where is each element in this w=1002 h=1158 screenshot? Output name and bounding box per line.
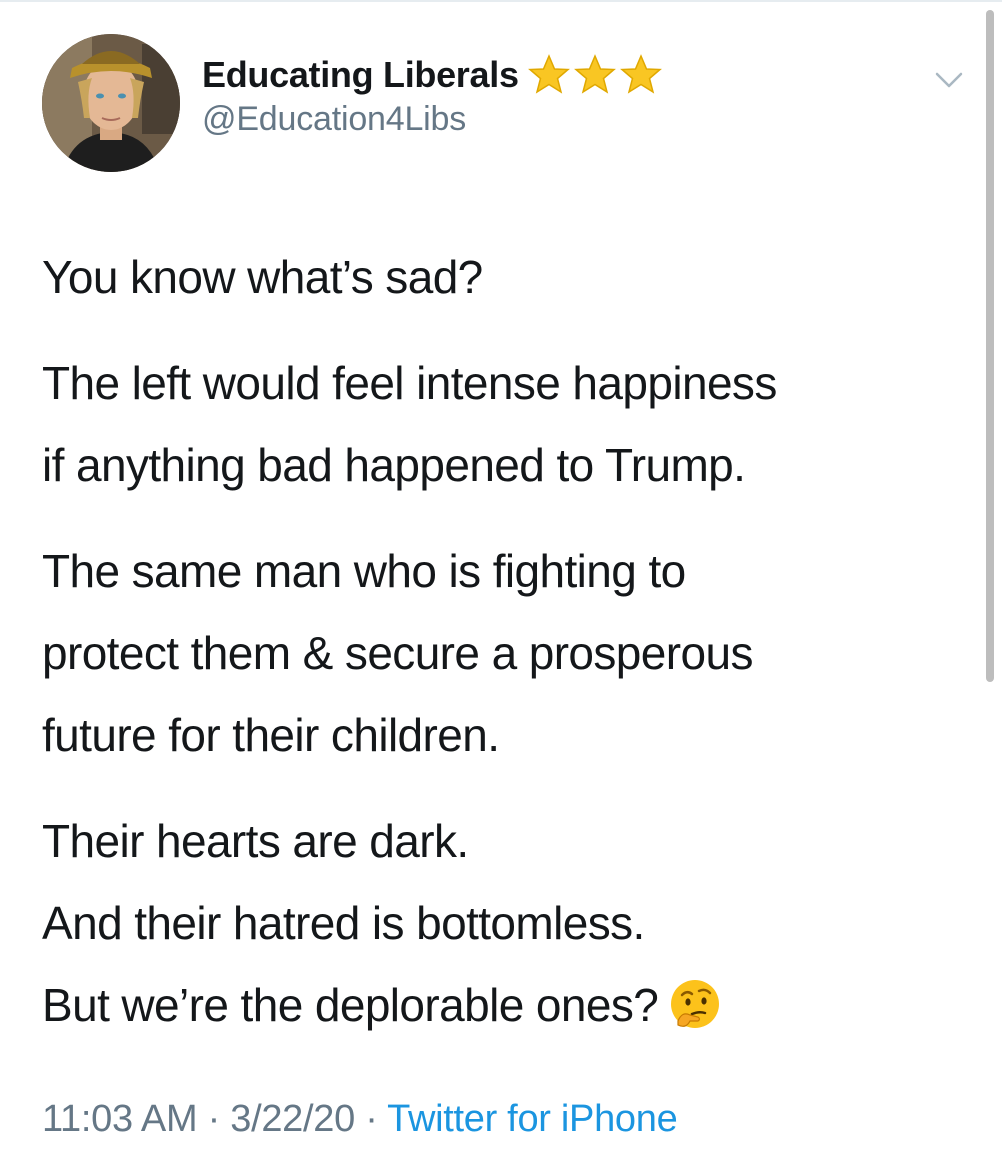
- top-divider: [0, 0, 1002, 2]
- tweet-line: protect them & secure a prosperous: [42, 627, 753, 679]
- display-name-row: Educating Liberals: [202, 52, 665, 98]
- thinking-face-icon: [671, 980, 720, 1028]
- display-name[interactable]: Educating Liberals: [202, 54, 519, 96]
- tweet-line: if anything bad happened to Trump.: [42, 439, 746, 491]
- name-block: Educating Liberals @Education4Libs: [202, 52, 665, 139]
- tweet-header: Educating Liberals @Education4Libs: [42, 34, 964, 174]
- tweet-text: You know what’s sad? The left would feel…: [42, 236, 972, 1046]
- scrollbar[interactable]: [986, 10, 994, 682]
- avatar-image: [42, 34, 180, 172]
- tweet-date[interactable]: 3/22/20: [230, 1098, 355, 1140]
- star-icon: [619, 54, 662, 94]
- tweet-line: The left would feel intense happiness: [42, 357, 777, 409]
- chevron-down-icon[interactable]: [934, 70, 964, 90]
- tweet-line-text: But we’re the deplorable ones?: [42, 979, 659, 1031]
- meta-separator: ·: [365, 1098, 378, 1140]
- avatar[interactable]: [42, 34, 180, 172]
- tweet-line: Their hearts are dark.: [42, 815, 469, 867]
- tweet-line: The same man who is fighting to: [42, 545, 686, 597]
- star-icon: [527, 54, 570, 94]
- tweet-line: future for their children.: [42, 709, 500, 761]
- tweet-meta: 11:03 AM · 3/22/20 · Twitter for iPhone: [42, 1098, 678, 1141]
- meta-separator: ·: [207, 1098, 221, 1140]
- tweet-source-link[interactable]: Twitter for iPhone: [387, 1098, 678, 1140]
- star-icon: [573, 54, 616, 94]
- name-badges: [527, 53, 665, 97]
- tweet-time[interactable]: 11:03 AM: [42, 1098, 198, 1140]
- tweet-line: And their hatred is bottomless.: [42, 897, 645, 949]
- tweet-line: You know what’s sad?: [42, 251, 483, 303]
- user-handle[interactable]: @Education4Libs: [202, 100, 665, 139]
- tweet-line-last: But we’re the deplorable ones?: [42, 964, 972, 1046]
